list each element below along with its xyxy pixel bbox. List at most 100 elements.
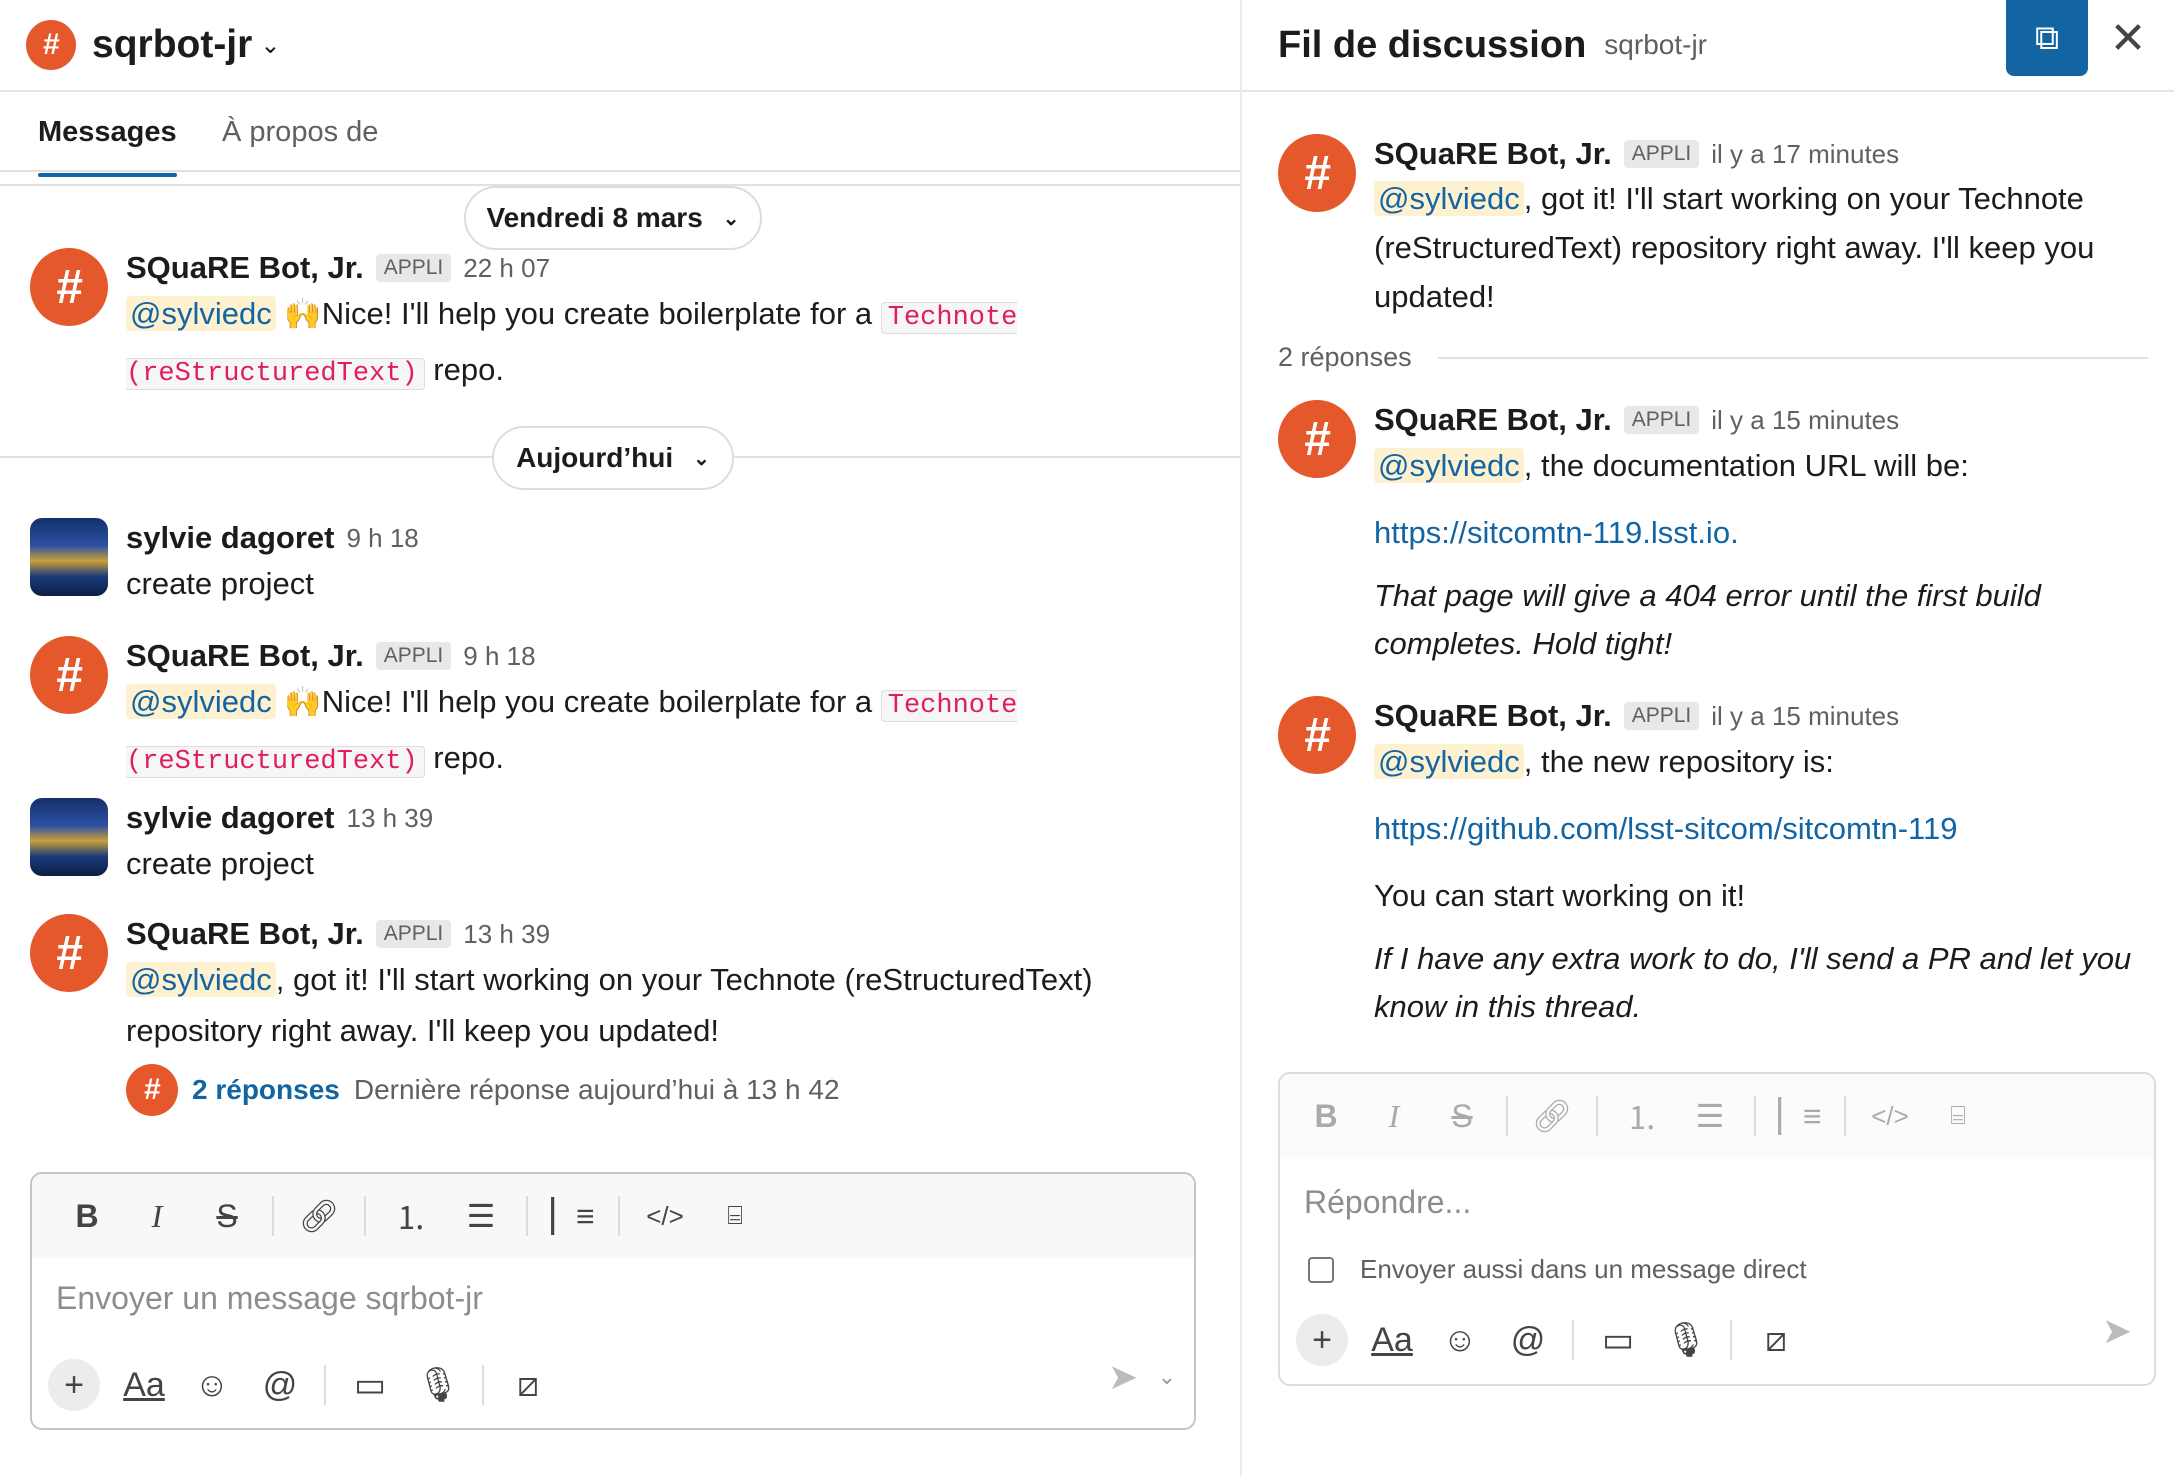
open-in-window-icon[interactable]: ⧉ (2006, 0, 2088, 76)
strikethrough-icon[interactable]: S (192, 1186, 262, 1246)
user-mention[interactable]: @sylviedc (1374, 181, 1524, 216)
thread-pane: Fil de discussion sqrbot-jr ⧉ ✕ # SQuaRE… (1240, 0, 2174, 1476)
link-icon[interactable]: 🔗︎ (284, 1186, 354, 1246)
code-block-icon[interactable]: ⌸ (1924, 1086, 1992, 1146)
chevron-down-icon[interactable]: ⌄ (260, 31, 280, 60)
bot-avatar[interactable]: # (1278, 400, 1356, 478)
user-mention[interactable]: @sylviedc (126, 296, 276, 331)
blockquote-icon[interactable]: ▏≡ (538, 1186, 608, 1246)
slash-command-icon[interactable]: ⧄ (494, 1355, 562, 1415)
reply-composer: B I S 🔗︎ ⒈ ☰ ▏≡ </> ⌸ Répondre... Envoye… (1278, 1072, 2156, 1386)
timestamp[interactable]: 9 h 18 (463, 641, 535, 672)
tab-messages[interactable]: Messages (38, 116, 177, 177)
timestamp[interactable]: il y a 15 minutes (1711, 405, 1899, 436)
slash-command-icon[interactable]: ⧄ (1742, 1310, 1810, 1370)
timestamp[interactable]: 13 h 39 (463, 919, 550, 950)
ordered-list-icon[interactable]: ⒈ (1608, 1086, 1676, 1146)
emoji-icon[interactable]: ☺ (178, 1355, 246, 1415)
replies-link[interactable]: 2 réponses (192, 1074, 340, 1106)
bot-avatar[interactable]: # (30, 914, 108, 992)
sender-name[interactable]: sylvie dagoret (126, 800, 334, 836)
user-mention[interactable]: @sylviedc (126, 962, 276, 997)
sender-name[interactable]: SQuaRE Bot, Jr. (1374, 402, 1612, 438)
channel-logo-icon: # (26, 20, 76, 70)
toolbar-divider (1844, 1096, 1846, 1136)
reply-input[interactable]: Répondre... (1280, 1158, 2154, 1243)
strikethrough-icon[interactable]: S (1428, 1086, 1496, 1146)
sender-name[interactable]: SQuaRE Bot, Jr. (1374, 698, 1612, 734)
timestamp[interactable]: il y a 15 minutes (1711, 701, 1899, 732)
plus-icon[interactable]: + (48, 1359, 100, 1411)
bot-avatar[interactable]: # (1278, 134, 1356, 212)
emoji-icon[interactable]: ☺ (1426, 1310, 1494, 1370)
microphone-icon[interactable]: 🎙︎ (404, 1355, 472, 1415)
chevron-down-icon[interactable]: ⌄ (1158, 1364, 1176, 1390)
toolbar-divider (272, 1196, 274, 1236)
also-send-row[interactable]: Envoyer aussi dans un message direct (1308, 1254, 1807, 1285)
send-icon[interactable]: ➤ (1108, 1356, 1138, 1398)
timestamp[interactable]: 9 h 18 (346, 523, 418, 554)
also-send-checkbox[interactable] (1308, 1256, 1334, 1283)
timestamp[interactable]: 22 h 07 (463, 253, 550, 284)
plus-icon[interactable]: + (1296, 1314, 1348, 1366)
composer-actions: + Aa ☺ @ ▭ 🎙︎ ⧄ ➤ (1280, 1296, 2154, 1384)
repo-url-link[interactable]: https://github.com/lsst-sitcom/sitcomtn-… (1374, 811, 1957, 846)
blockquote-icon[interactable]: ▏≡ (1766, 1086, 1834, 1146)
bot-avatar[interactable]: # (30, 636, 108, 714)
channel-header: # sqrbot-jr ⌄ (0, 0, 1240, 92)
sender-name[interactable]: SQuaRE Bot, Jr. (1374, 136, 1612, 172)
tab-about[interactable]: À propos de (222, 116, 378, 149)
docs-url-link[interactable]: https://sitcomtn-119.lsst.io (1374, 515, 1730, 550)
code-block-icon[interactable]: ⌸ (700, 1186, 770, 1246)
thread-channel[interactable]: sqrbot-jr (1604, 29, 1707, 61)
link-suffix: . (1730, 515, 1739, 550)
bot-avatar[interactable]: # (1278, 696, 1356, 774)
user-mention[interactable]: @sylviedc (1374, 448, 1524, 483)
chevron-down-icon: ⌄ (693, 447, 710, 470)
send-icon[interactable]: ➤ (2102, 1310, 2132, 1352)
italic-icon[interactable]: I (1360, 1086, 1428, 1146)
text-format-icon[interactable]: Aa (110, 1355, 178, 1415)
bold-icon[interactable]: B (1292, 1086, 1360, 1146)
microphone-icon[interactable]: 🎙︎ (1652, 1310, 1720, 1370)
channel-name[interactable]: sqrbot-jr (92, 23, 252, 67)
ordered-list-icon[interactable]: ⒈ (376, 1186, 446, 1246)
user-avatar[interactable] (30, 518, 108, 596)
message-text: @sylviedc 🙌Nice! I'll help you create bo… (126, 288, 1206, 400)
sender-name[interactable]: SQuaRE Bot, Jr. (126, 638, 364, 674)
also-send-label: Envoyer aussi dans un message direct (1360, 1254, 1807, 1284)
video-icon[interactable]: ▭ (336, 1355, 404, 1415)
message-composer: B I S 🔗︎ ⒈ ☰ ▏≡ </> ⌸ Envoyer un message… (30, 1172, 1196, 1430)
last-reply-meta: Dernière réponse aujourd’hui à 13 h 42 (353, 1074, 840, 1105)
message-input[interactable]: Envoyer un message sqrbot-jr (32, 1258, 1194, 1339)
date-pill-today[interactable]: Aujourd’hui ⌄ (492, 426, 734, 490)
bold-icon[interactable]: B (52, 1186, 122, 1246)
user-mention[interactable]: @sylviedc (126, 684, 276, 719)
video-icon[interactable]: ▭ (1584, 1310, 1652, 1370)
bot-avatar[interactable]: # (30, 248, 108, 326)
bullet-list-icon[interactable]: ☰ (1676, 1086, 1744, 1146)
sender-name[interactable]: SQuaRE Bot, Jr. (126, 250, 364, 286)
channel-pane: # sqrbot-jr ⌄ Messages À propos de Vendr… (0, 0, 1240, 1476)
bullet-list-icon[interactable]: ☰ (446, 1186, 516, 1246)
date-pill-friday[interactable]: Vendredi 8 mars ⌄ (464, 186, 762, 250)
sender-name[interactable]: sylvie dagoret (126, 520, 334, 556)
mention-icon[interactable]: @ (246, 1355, 314, 1415)
tab-bar: Messages À propos de (0, 94, 1240, 177)
italic-icon[interactable]: I (122, 1186, 192, 1246)
close-icon[interactable]: ✕ (2100, 8, 2156, 68)
user-mention[interactable]: @sylviedc (1374, 744, 1524, 779)
text-format-icon[interactable]: Aa (1358, 1310, 1426, 1370)
message-text: @sylviedc, the new repository is: (1374, 736, 2154, 787)
composer-actions: + Aa ☺ @ ▭ 🎙︎ ⧄ ➤ ⌄ (32, 1342, 1194, 1428)
sender-name[interactable]: SQuaRE Bot, Jr. (126, 916, 364, 952)
timestamp[interactable]: 13 h 39 (346, 803, 433, 834)
timestamp[interactable]: il y a 17 minutes (1711, 139, 1899, 170)
thread-replies-bar[interactable]: # 2 réponses Dernière réponse aujourd’hu… (126, 1064, 1206, 1116)
code-icon[interactable]: </> (630, 1186, 700, 1246)
mention-icon[interactable]: @ (1494, 1310, 1562, 1370)
code-icon[interactable]: </> (1856, 1086, 1924, 1146)
user-avatar[interactable] (30, 798, 108, 876)
message-text-part: , the documentation URL will be: (1523, 448, 1969, 483)
link-icon[interactable]: 🔗︎ (1518, 1086, 1586, 1146)
